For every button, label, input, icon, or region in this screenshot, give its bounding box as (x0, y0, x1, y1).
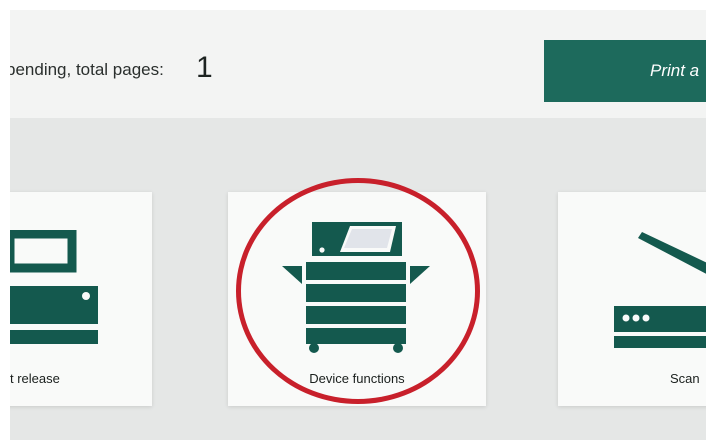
print-all-button[interactable]: Print a (544, 40, 706, 102)
pending-pages-count: 1 (196, 51, 213, 84)
printer-icon (10, 230, 98, 344)
scan-label: Scan (670, 371, 700, 386)
touch-screen: pending, total pages: 1 Print a t releas… (10, 10, 706, 440)
print-all-button-label: Print a (650, 61, 700, 80)
print-release-tile[interactable]: t release (10, 192, 152, 406)
scanner-icon (614, 232, 706, 348)
scan-tile[interactable]: Scan (558, 192, 706, 406)
highlight-circle (236, 178, 480, 404)
status-header: pending, total pages: 1 Print a (10, 10, 706, 118)
pending-pages-label: pending, total pages: (10, 60, 164, 79)
print-release-label: t release (10, 371, 60, 386)
